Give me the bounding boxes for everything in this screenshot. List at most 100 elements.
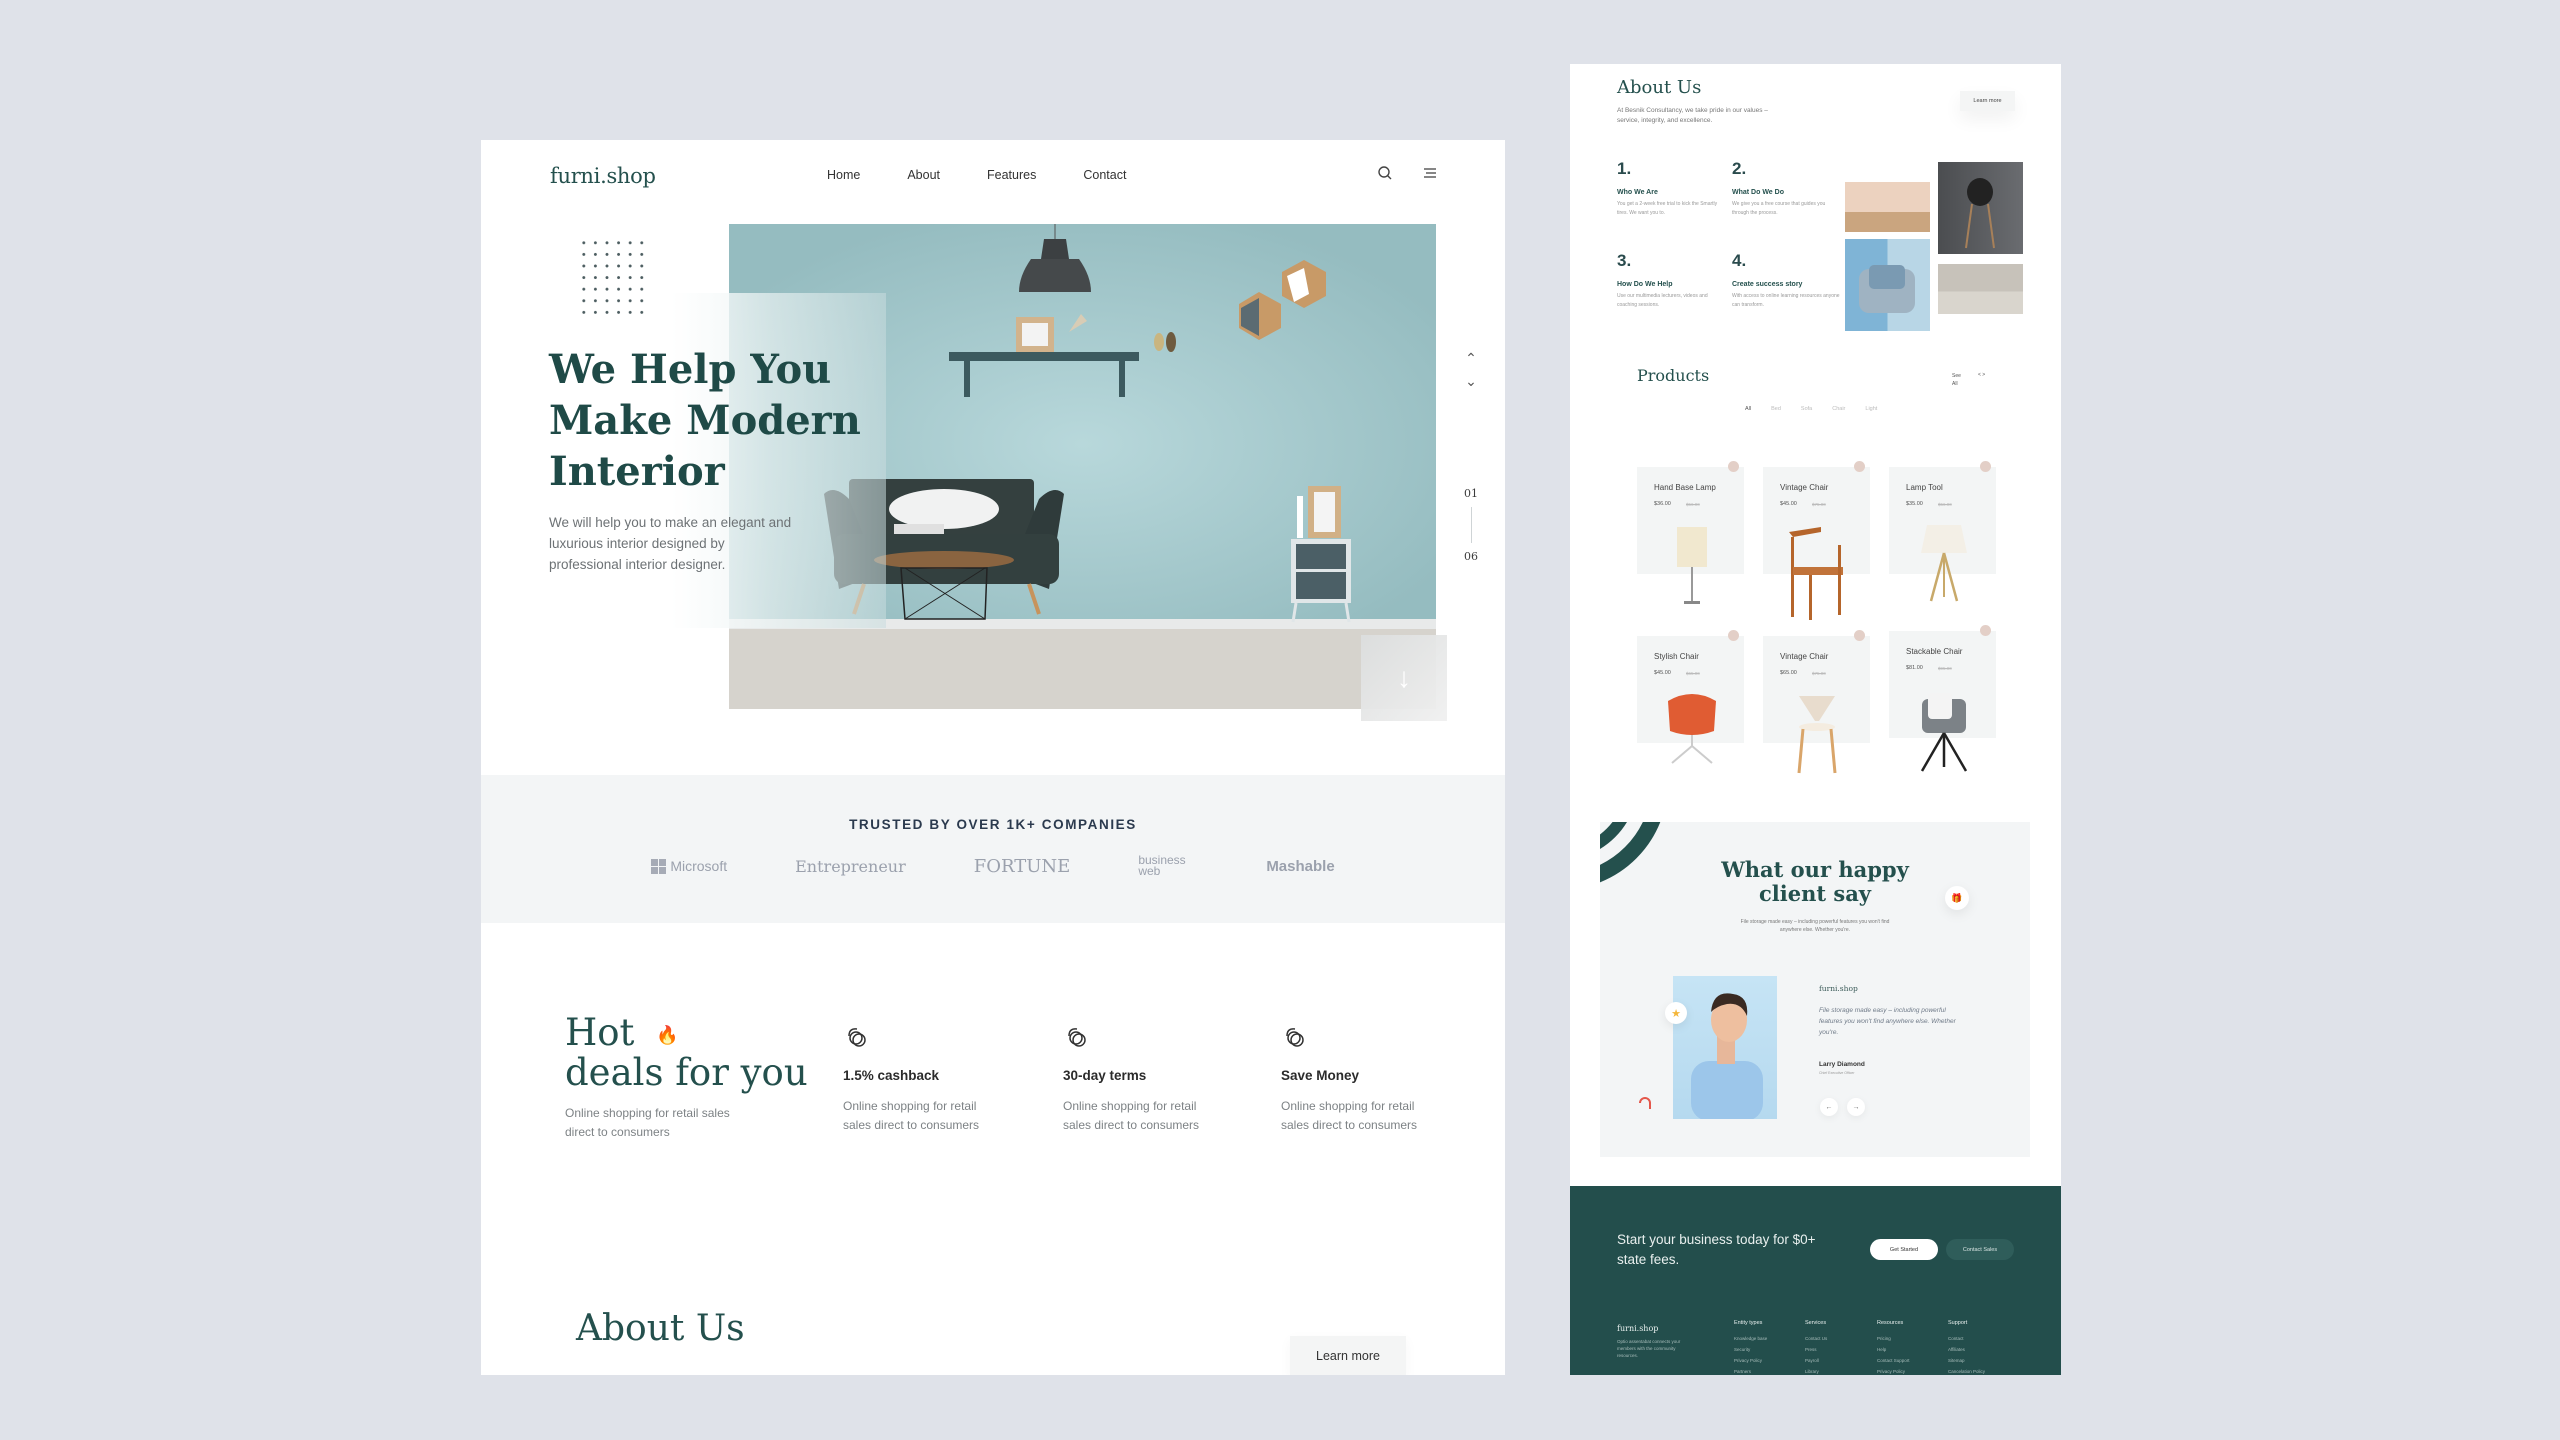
product-price: $81.00 [1906, 665, 1923, 671]
arc-decoration-icon [1600, 822, 1661, 883]
arc-accent-icon [1639, 1097, 1651, 1109]
footer-link[interactable]: Contact Us [1805, 1333, 1827, 1344]
nav-contact[interactable]: Contact [1083, 168, 1126, 182]
learn-more-button[interactable]: Learn more [1290, 1336, 1406, 1375]
footer-link[interactable]: Cancelation Policy [1948, 1366, 1985, 1375]
favorite-icon[interactable] [1728, 630, 1739, 641]
wooden-chair-image [1789, 527, 1843, 620]
about-step: 3. How Do We Help Use our multimedia lec… [1617, 251, 1727, 310]
product-old-price: $56.00 [1686, 502, 1700, 507]
nav-about[interactable]: About [907, 168, 940, 182]
product-old-price: $65.00 [1686, 671, 1700, 676]
deals-subtitle: Online shopping for retail sales direct … [565, 1106, 730, 1139]
footer-link[interactable]: Privacy Policy [1734, 1355, 1767, 1366]
landing-page-overview: About Us At Besnik Consultancy, we take … [1570, 64, 2061, 1375]
about-step: 2. What Do We Do We give you a free cour… [1732, 159, 1842, 218]
filter-light[interactable]: Light [1865, 406, 1877, 412]
favorite-icon[interactable] [1854, 630, 1865, 641]
footer-description: Optio assentabat connects your members w… [1617, 1339, 1681, 1358]
footer-column: Entity types Knowledge base Security Pri… [1734, 1320, 1767, 1375]
search-icon[interactable] [1377, 165, 1393, 186]
footer-link[interactable]: Security [1734, 1344, 1767, 1355]
microsoft-logo-icon [651, 858, 667, 874]
about-photo-armchair [1845, 239, 1930, 331]
product-name: Hand Base Lamp [1654, 483, 1716, 492]
chevron-down-icon[interactable]: ⌄ [1463, 373, 1479, 390]
footer-link[interactable]: Partners [1734, 1366, 1767, 1375]
footer-logo[interactable]: furni.shop [1617, 1324, 1658, 1333]
feature-terms: 30-day terms Online shopping for retail … [1063, 1024, 1203, 1134]
filter-all[interactable]: All [1745, 406, 1751, 412]
products-title: Products [1637, 366, 1710, 385]
product-card[interactable]: Vintage Chair $65.00 $75.00 [1763, 630, 1870, 774]
favorite-icon[interactable] [1980, 625, 1991, 636]
about-photo-black-chair [1938, 162, 2023, 254]
step-desc: Use our multimedia lecturers, videos and… [1617, 293, 1708, 308]
menu-icon[interactable] [1423, 166, 1437, 185]
next-testimonial-button[interactable]: → [1847, 1098, 1865, 1116]
footer-link[interactable]: Help [1877, 1344, 1910, 1355]
prev-testimonial-button[interactable]: ← [1820, 1098, 1838, 1116]
client-role: Chief Executive Officer [1819, 1071, 1855, 1075]
feature-save-money: Save Money Online shopping for retail sa… [1281, 1024, 1421, 1134]
step-title: Create success story [1732, 281, 1803, 288]
footer-column: Support Contact Affiliates Sitemap Cance… [1948, 1320, 1985, 1375]
step-number: 1. [1617, 159, 1632, 178]
product-price: $65.00 [1780, 670, 1797, 676]
orange-chair-image [1668, 694, 1716, 764]
product-price: $35.00 [1906, 501, 1923, 507]
footer-link[interactable]: Library [1805, 1366, 1827, 1375]
footer-link[interactable]: Contact [1948, 1333, 1985, 1344]
product-card[interactable]: Stackable Chair $81.00 $95.00 [1889, 625, 1996, 772]
product-card[interactable]: Stylish Chair $45.00 $65.00 [1637, 630, 1744, 764]
chevron-up-icon[interactable]: ⌃ [1463, 350, 1479, 367]
scroll-down-button[interactable]: ↓ [1361, 635, 1447, 721]
products-pager[interactable]: < > [1978, 372, 1985, 378]
brand-microsoft: Microsoft [651, 858, 727, 874]
see-all-link[interactable]: See All [1952, 372, 1966, 388]
logo[interactable]: furni.shop [550, 164, 656, 188]
coins-icon [1063, 1024, 1089, 1050]
favorite-icon[interactable] [1854, 461, 1865, 472]
trusted-title: TRUSTED BY OVER 1K+ COMPANIES [849, 817, 1137, 832]
learn-more-button[interactable]: Learn more [1960, 91, 2015, 111]
testimonial-subtitle: File storage made easy – including power… [1740, 919, 1890, 933]
gift-icon[interactable]: 🎁 [1945, 886, 1969, 910]
feature-desc: Online shopping for retail sales direct … [843, 1099, 980, 1132]
footer-link[interactable]: Payroll [1805, 1355, 1827, 1366]
product-old-price: $75.00 [1812, 671, 1826, 676]
footer-link[interactable]: Contact Support [1877, 1355, 1910, 1366]
about-subtitle: At Besnik Consultancy, we take pride in … [1617, 107, 1768, 124]
product-card[interactable]: Lamp Tool $35.00 $56.00 [1889, 461, 1996, 602]
filter-bed[interactable]: Bed [1771, 406, 1781, 412]
product-name: Vintage Chair [1780, 483, 1829, 492]
product-card[interactable]: Vintage Chair $45.00 $75.00 [1763, 461, 1870, 620]
nav-home[interactable]: Home [827, 168, 860, 182]
get-started-button[interactable]: Get Started [1870, 1239, 1938, 1260]
tripod-lamp-image [1921, 525, 1967, 602]
footer-link[interactable]: Privacy Policy [1877, 1366, 1910, 1375]
footer-link[interactable]: Pricing [1877, 1333, 1910, 1344]
contact-sales-button[interactable]: Contact Sales [1946, 1239, 2014, 1260]
cta-footer-section: Start your business today for $0+ state … [1570, 1186, 2061, 1375]
about-title: About Us [1617, 77, 1702, 98]
footer-heading: Entity types [1734, 1320, 1763, 1326]
client-name: Larry Diamond [1819, 1061, 1865, 1068]
favorite-icon[interactable] [1980, 461, 1991, 472]
favorite-icon[interactable] [1728, 461, 1739, 472]
footer-link[interactable]: Knowledge base [1734, 1333, 1767, 1344]
feature-title: Save Money [1281, 1068, 1360, 1083]
filter-sofa[interactable]: Sofa [1801, 406, 1812, 412]
product-card[interactable]: Hand Base Lamp $36.00 $56.00 [1637, 461, 1744, 604]
testimonial-title: What our happy client say [1721, 857, 1909, 906]
footer-link[interactable]: Affiliates [1948, 1344, 1985, 1355]
nav-features[interactable]: Features [987, 168, 1036, 182]
landing-page-desktop: furni.shop Home About Features Contact W… [481, 140, 1505, 1375]
footer-heading: Resources [1877, 1320, 1904, 1326]
footer-link[interactable]: Sitemap [1948, 1355, 1985, 1366]
testimonial-section: What our happy client say File storage m… [1600, 822, 2030, 1157]
testimonial-quote: File storage made easy – including power… [1819, 1007, 1956, 1036]
footer-link[interactable]: Press [1805, 1344, 1827, 1355]
filter-chair[interactable]: Chair [1832, 406, 1845, 412]
star-icon: ★ [1665, 1002, 1687, 1024]
